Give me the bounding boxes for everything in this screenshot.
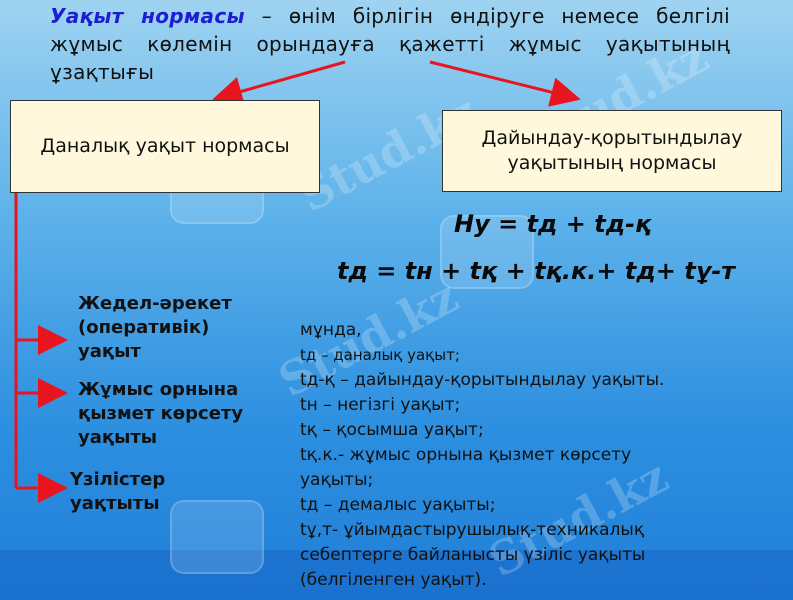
category-workplace-service-time: Жұмыс орнына қызмет көрсету уақыты — [78, 378, 243, 450]
category-breaks-time: Үзілістер уақтыты — [70, 468, 165, 516]
legend-item-tut-cont1: себептерге байланысты үзіліс уақыты — [300, 545, 646, 565]
piece-time-norm-box: Даналық уақыт нормасы — [10, 100, 320, 193]
category-workplace-line2: қызмет көрсету — [78, 403, 244, 424]
legend-item-tqk-cont: уақыты; — [300, 470, 374, 490]
formula-legend: мұнда, tд – даналық уақыт; tд-қ – дайынд… — [300, 318, 770, 593]
legend-item-tut: tұ,т- ұйымдастырушылық-техникалық — [300, 520, 645, 540]
definition-text: Уақыт нормасы – өнім бірлігін өндіруге н… — [50, 2, 730, 86]
legend-item-tut-cont2: (белгіленген уақыт). — [300, 570, 487, 590]
legend-item-td: tд – даналық уақыт; — [300, 346, 460, 364]
definition-term: Уақыт нормасы — [50, 4, 245, 28]
category-operative-line1: Жедел-әрекет — [78, 293, 232, 314]
legend-item-tn: tн – негізгі уақыт; — [300, 395, 461, 415]
legend-item-tq: tқ – қосымша уақыт; — [300, 420, 484, 440]
category-workplace-line3: уақыты — [78, 427, 158, 448]
legend-intro: мұнда, — [300, 320, 362, 340]
prep-final-time-norm-box: Дайындау-қорытындылау уақытының нормасы — [442, 110, 782, 192]
legend-item-tdq: tд-қ – дайындау-қорытындылау уақыты. — [300, 370, 665, 390]
prep-final-label-line1: Дайындау-қорытындылау — [481, 127, 743, 149]
category-breaks-line2: уақтыты — [70, 493, 160, 514]
category-breaks-line1: Үзілістер — [70, 469, 166, 490]
legend-item-td-rest: tд – демалыс уақыты; — [300, 495, 496, 515]
category-operative-line2: (оперативік) — [78, 317, 210, 338]
formula-norm-total: Ну = tд + tд-қ — [454, 210, 652, 238]
piece-time-norm-label: Даналық уақыт нормасы — [40, 135, 290, 157]
formula-piece-time: tд = tн + tқ + tқ.к.+ tд+ tұ-т — [337, 257, 736, 285]
category-workplace-line1: Жұмыс орнына — [78, 379, 239, 400]
category-operative-line3: уақыт — [78, 341, 141, 362]
slide: Stud.kz Stud.kz Stud.kz Stud.kz Уақыт но… — [0, 0, 793, 600]
prep-final-label-line2: уақытының нормасы — [507, 152, 717, 174]
legend-item-tqk: tқ.к.- жұмыс орнына қызмет көрсету — [300, 445, 632, 465]
category-operative-time: Жедел-әрекет (оперативік) уақыт — [78, 292, 232, 364]
